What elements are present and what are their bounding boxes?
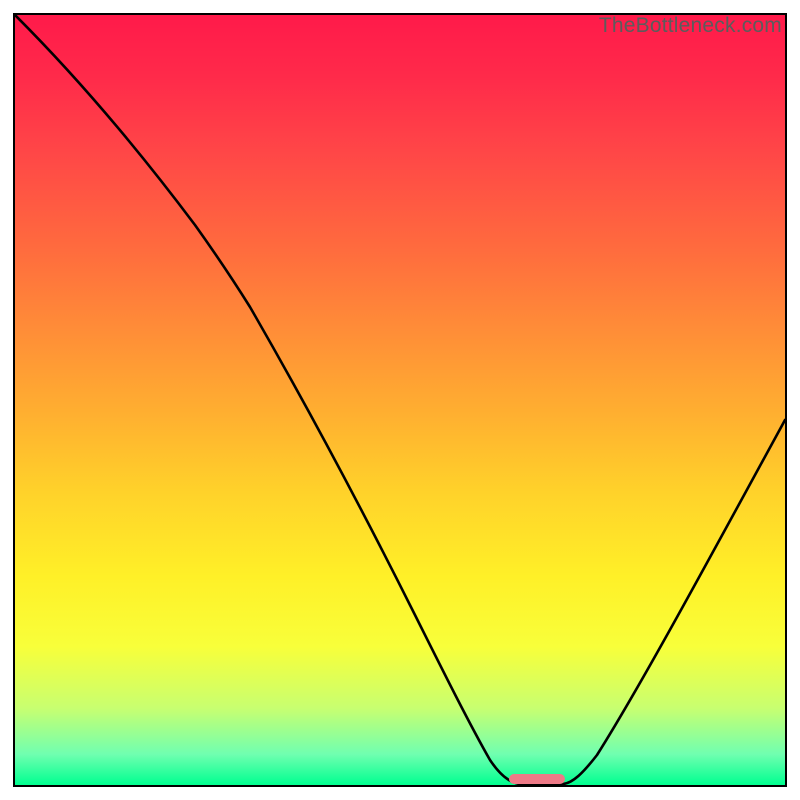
- bottleneck-chart: TheBottleneck.com: [0, 0, 800, 800]
- curve-layer: [15, 15, 785, 785]
- plot-area: [13, 13, 787, 787]
- watermark-text: TheBottleneck.com: [599, 14, 782, 38]
- optimal-range-marker: [509, 774, 565, 784]
- bottleneck-curve-path: [15, 15, 785, 784]
